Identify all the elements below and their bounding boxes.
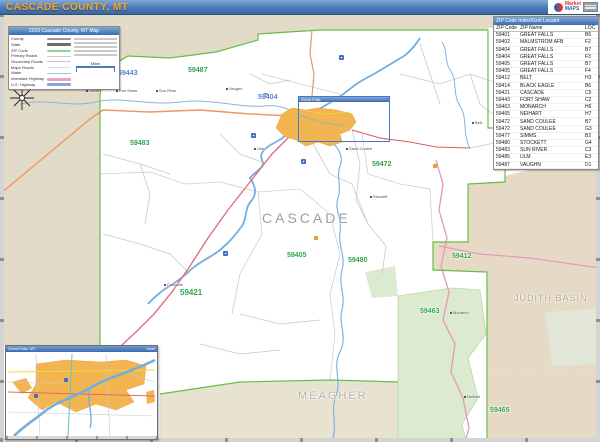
zip-index-row: 59401GREAT FALLSB6	[494, 32, 598, 39]
legend-fineprint-line	[74, 50, 117, 52]
zip-index-row: 59404GREAT FALLSB7	[494, 47, 598, 54]
zip-index-row: 59487VAUGHND1	[494, 162, 598, 169]
legend-item: Primary Roads	[11, 54, 71, 59]
zip-index-column-headers: ZIP Code ZIP Name LOC	[494, 25, 598, 32]
legend-item: Interstate Highway	[11, 77, 71, 82]
publisher-logo: Market MAPS	[548, 0, 600, 14]
zip-index-row: 59477SIMMSB2	[494, 133, 598, 140]
zip-index-row: 59421CASCADEC5	[494, 90, 598, 97]
inset-scale-ruler	[6, 436, 157, 439]
forest-area-east	[545, 308, 600, 366]
legend-item: U.S. Highway	[11, 82, 71, 87]
zip-index-row: 59405GREAT FALLSF4	[494, 68, 598, 75]
legend-fineprint-line	[74, 42, 117, 44]
zip-index-row: 59402MALMSTROM AFBF2	[494, 39, 598, 46]
inset-title: Great Falls, MT	[8, 346, 36, 352]
great-falls-inset-map: Great Falls, MT Inset	[5, 345, 158, 440]
grid-ruler-left	[0, 14, 4, 442]
legend-fineprint: Miles	[74, 36, 117, 88]
logo-word2: MAPS	[565, 7, 581, 12]
zip-index-table: ZIP Code Index/Grid Locator ZIP Code ZIP…	[493, 16, 599, 170]
zip-index-row: 59443FORT SHAWC2	[494, 97, 598, 104]
logo-mark-icon	[554, 3, 563, 12]
legend-item: State	[11, 42, 71, 47]
zip-index-row: 59463MONARCHH6	[494, 104, 598, 111]
legend-item: County	[11, 37, 71, 42]
zip-index-row: 59405GREAT FALLSB7	[494, 61, 598, 68]
zip-index-row: 59472SAND COULEEG3	[494, 126, 598, 133]
legend-box: 2010 Cascade County, MT Map CountyStateZ…	[8, 26, 120, 90]
inset-map-canvas	[6, 352, 157, 438]
inset-locator-box: Great Falls	[298, 96, 390, 142]
inset-locator-label: Great Falls	[299, 97, 389, 102]
zip-index-row: 59485ULME3	[494, 154, 598, 161]
zip-index-row: 59472SAND COULEEB7	[494, 118, 598, 125]
inset-header-right: Inset	[146, 346, 155, 352]
zip-index-row: 59412BELTH3	[494, 75, 598, 82]
column-header-zip: ZIP Code	[494, 25, 520, 31]
legend-item: Secondary Roads	[11, 59, 71, 64]
zip-index-body: 59401GREAT FALLSB659402MALMSTROM AFBF259…	[494, 32, 598, 169]
legend-fineprint-line	[74, 54, 117, 56]
legend-title: 2010 Cascade County, MT Map	[9, 27, 119, 35]
logo-badge	[583, 2, 598, 12]
zip-index-row: 59483SUN RIVERC3	[494, 147, 598, 154]
zip-index-row: 59465NEIHARTH7	[494, 111, 598, 118]
zip-index-row: 59480STOCKETTG4	[494, 140, 598, 147]
legend-fineprint-line	[74, 38, 117, 40]
zip-index-row: 59414BLACK EAGLEB6	[494, 83, 598, 90]
page-title: CASCADE COUNTY, MT	[0, 2, 128, 13]
zip-index-row: 59404GREAT FALLSF3	[494, 54, 598, 61]
zip-index-title: ZIP Code Index/Grid Locator	[494, 17, 598, 25]
region-meagher	[160, 380, 398, 442]
map-poster: Great Falls 5944359487594045948359421594…	[0, 0, 600, 442]
region-southeast-county	[487, 370, 600, 442]
legend-items: CountyStateZIP CodePrimary RoadsSecondar…	[11, 36, 71, 88]
title-bar: CASCADE COUNTY, MT Market MAPS	[0, 0, 600, 15]
legend-scale-bar: Miles	[74, 61, 117, 72]
column-header-loc: LOC	[585, 25, 598, 31]
column-header-name: ZIP Name	[520, 25, 585, 31]
legend-fineprint-line	[74, 46, 117, 48]
